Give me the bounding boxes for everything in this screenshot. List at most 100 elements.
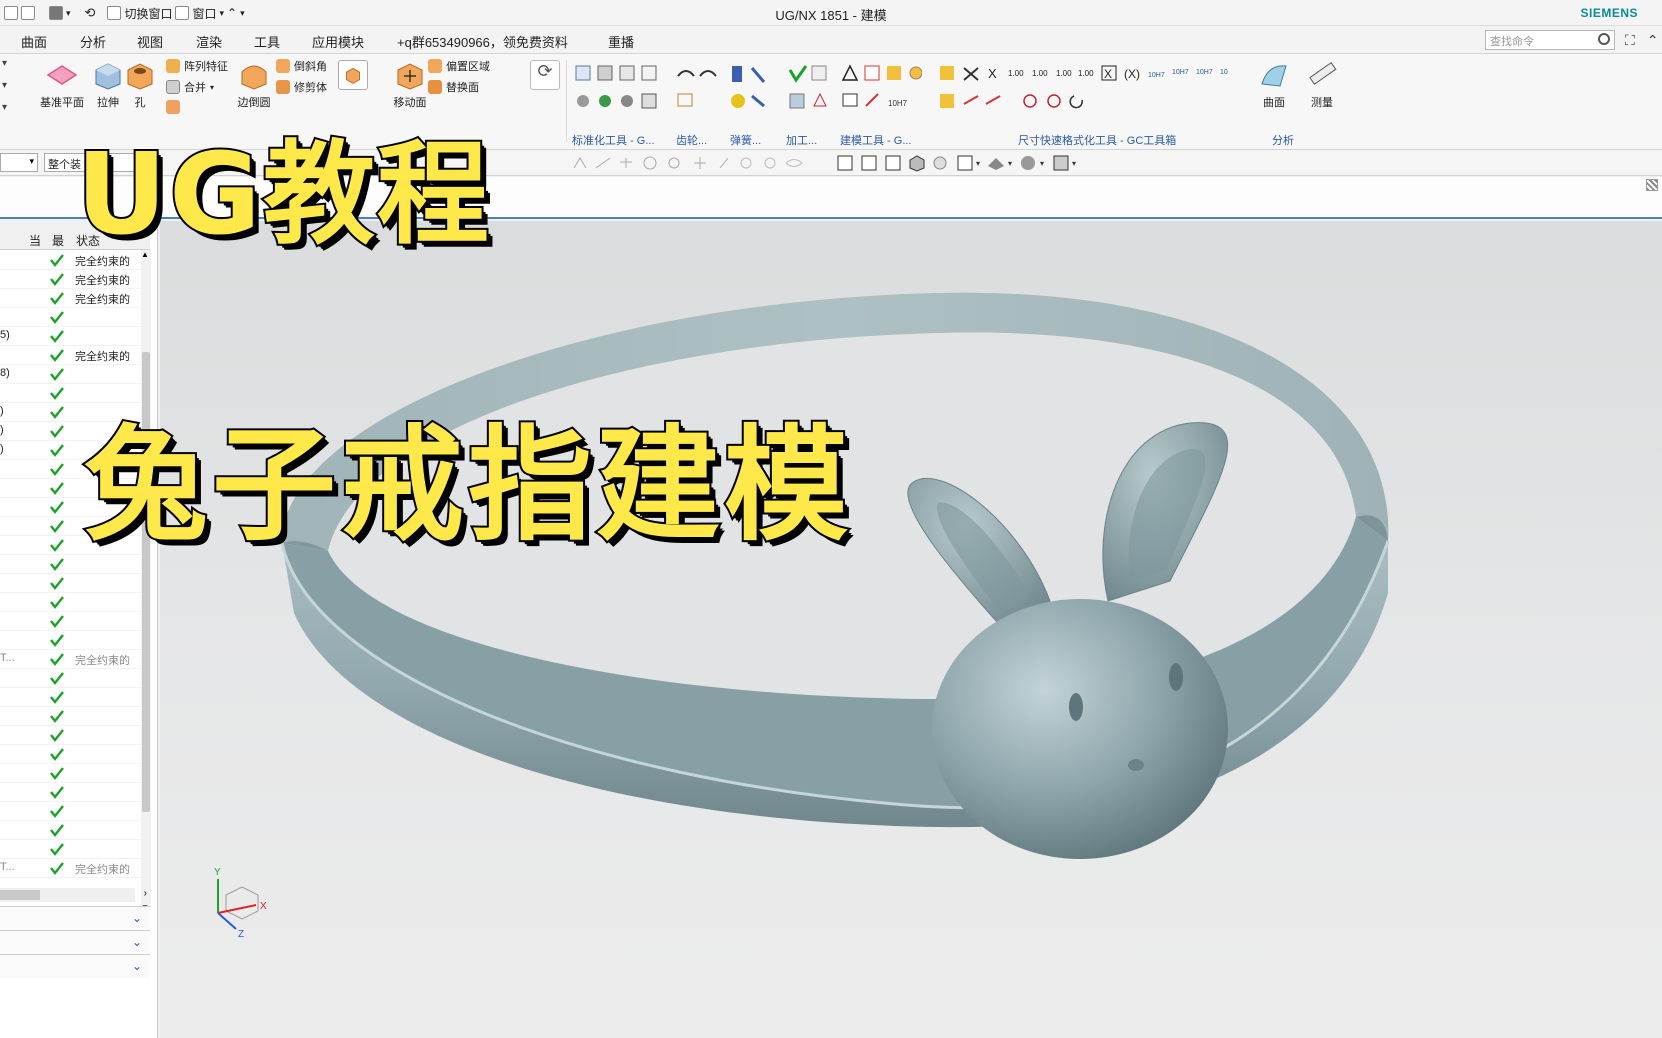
group-dimension-format-tools[interactable]: 尺寸快速格式化工具 - GC工具箱 [1018, 132, 1176, 148]
dropdown-arrow-icon[interactable]: ▾ [210, 83, 214, 92]
ruler-icon [1309, 61, 1337, 85]
command-search-placeholder: 查找命令 [1490, 36, 1534, 48]
graphics-viewport[interactable]: Y X Z [160, 221, 1662, 1038]
command-search-input[interactable]: 查找命令 [1485, 30, 1615, 50]
checkmark-icon [50, 368, 64, 381]
title-bar: ▾ ⟲ 切换窗口 窗口 ▾ ⌃ ▾ UG/NX 1851 - 建模 SIEMEN… [0, 0, 1662, 26]
group-machining[interactable]: 加工... [786, 132, 817, 148]
svg-text:▾: ▾ [1072, 159, 1076, 168]
type-filter-select[interactable]: ▾ [0, 153, 38, 172]
collapse-ribbon-icon[interactable]: ⌃ [1647, 32, 1659, 48]
column-latest[interactable]: 最 [52, 232, 64, 249]
navigator-row[interactable] [0, 611, 142, 631]
more-feature-button[interactable] [338, 60, 368, 90]
nose [1128, 759, 1144, 771]
svg-text:X: X [988, 66, 997, 81]
view-triad[interactable]: Y X Z [206, 861, 276, 941]
pattern-feature-button[interactable]: 阵列特征 [166, 58, 228, 74]
preview-panel[interactable]: ⌄ [0, 954, 150, 978]
navigator-row[interactable] [0, 668, 142, 688]
menu-applications[interactable]: 应用模块 [312, 32, 364, 51]
navigator-row[interactable] [0, 763, 142, 783]
navigator-row[interactable] [0, 744, 142, 764]
checkmark-icon [50, 786, 64, 799]
navigator-row[interactable] [0, 820, 142, 840]
shell-icon [346, 67, 360, 84]
surface-button[interactable]: 曲面 [1250, 58, 1298, 122]
navigator-row[interactable] [0, 725, 142, 745]
group-analysis[interactable]: 分析 [1272, 132, 1294, 148]
offset-region-button[interactable]: 偏置区域 [428, 58, 490, 74]
checkmark-icon [50, 729, 64, 742]
navigator-row[interactable]: 8) [0, 364, 142, 384]
navigator-horizontal-scrollbar[interactable]: › [0, 888, 147, 902]
dependencies-panel[interactable]: ⌄ [0, 906, 150, 930]
menu-tools[interactable]: 工具 [254, 32, 280, 51]
replace-face-button[interactable]: 替换面 [428, 79, 479, 95]
navigator-row[interactable] [0, 592, 142, 612]
spring-tools-icons[interactable] [730, 64, 770, 110]
tab-overflow-icon[interactable] [1646, 179, 1658, 191]
group-modeling-tools[interactable]: 建模工具 - G... [840, 132, 912, 148]
menu-replay[interactable]: 重播 [608, 32, 634, 51]
navigator-row[interactable]: T... 完全约束的 [0, 649, 142, 669]
navigator-row[interactable]: 5) [0, 326, 142, 346]
menu-surface[interactable]: 曲面 [21, 32, 47, 51]
scroll-right-icon[interactable]: › [144, 888, 147, 899]
scrollbar-thumb[interactable] [0, 890, 40, 900]
unite-button[interactable]: 合并 ▾ [166, 79, 214, 95]
snap-point-icons[interactable] [570, 154, 810, 172]
gear-tools-icons[interactable] [676, 64, 726, 110]
feature-name-fragment: ) [0, 405, 4, 417]
menu-promo-text[interactable]: +q群653490966，领免费资料 [397, 32, 568, 51]
navigator-row[interactable] [0, 801, 142, 821]
svg-text:1.00: 1.00 [1078, 69, 1094, 78]
trim-body-button[interactable]: 修剪体 [276, 79, 327, 95]
group-spring[interactable]: 弹簧... [730, 132, 761, 148]
navigator-row[interactable] [0, 630, 142, 650]
checkmark-icon [50, 330, 64, 343]
navigator-row[interactable]: T... 完全约束的 [0, 858, 142, 878]
navigator-row[interactable] [0, 782, 142, 802]
menu-analysis[interactable]: 分析 [80, 32, 106, 51]
checkmark-icon [50, 672, 64, 685]
checkmark-icon [50, 406, 64, 419]
details-panel[interactable]: ⌄ [0, 930, 150, 954]
machining-tools-icons[interactable] [788, 64, 838, 110]
view-tool-icons[interactable]: ▾ ▾ ▾ ▾ [836, 154, 1116, 172]
navigator-row[interactable] [0, 573, 142, 593]
column-current[interactable]: 当 [29, 232, 41, 249]
group-gear[interactable]: 齿轮... [676, 132, 707, 148]
modeling-tools-icons[interactable]: 10H7 [840, 64, 922, 110]
standardization-tools-icons[interactable] [574, 64, 664, 110]
menu-render[interactable]: 渲染 [196, 32, 222, 51]
navigator-row[interactable]: 完全约束的 [0, 345, 142, 365]
fullscreen-icon[interactable]: ⛶ [1625, 32, 1635, 48]
pattern-feature-label: 阵列特征 [184, 61, 228, 73]
navigator-row[interactable] [0, 839, 142, 859]
constraint-status: 完全约束的 [75, 294, 130, 306]
chamfer-button[interactable]: 倒斜角 [276, 58, 327, 74]
navigator-row[interactable]: 完全约束的 [0, 269, 142, 289]
group-standardization-tools[interactable]: 标准化工具 - G... [572, 132, 655, 148]
dimension-format-tools-icons[interactable]: X 1.00 1.00 1.00 1.00 X (X) 10H7 10H7 10… [938, 64, 1238, 110]
svg-text:(X): (X) [1124, 67, 1140, 81]
checkmark-icon [50, 558, 64, 571]
navigator-row[interactable]: 完全约束的 [0, 288, 142, 308]
navigator-row[interactable] [0, 307, 142, 327]
menu-view[interactable]: 视图 [137, 32, 163, 51]
checkmark-icon [50, 482, 64, 495]
chevron-down-icon[interactable]: ⌄ [132, 959, 142, 973]
chevron-down-icon[interactable]: ⌄ [132, 935, 142, 949]
navigator-vertical-scrollbar[interactable]: ▲ ▼ [141, 250, 151, 912]
rabbit-ring-model[interactable] [160, 221, 1662, 1038]
refresh-icon[interactable]: ⟳ [530, 60, 560, 90]
navigator-row[interactable] [0, 706, 142, 726]
ribbon-side-arrows[interactable]: ▾ ▾ ▾ [2, 58, 22, 138]
measure-button[interactable]: 测量 [1298, 58, 1346, 122]
dropdown-arrow-icon: ▾ [29, 156, 34, 166]
navigator-row[interactable] [0, 687, 142, 707]
search-icon[interactable] [1598, 33, 1610, 45]
chevron-down-icon[interactable]: ⌄ [132, 911, 142, 925]
feature-name-fragment: 8) [0, 367, 10, 379]
